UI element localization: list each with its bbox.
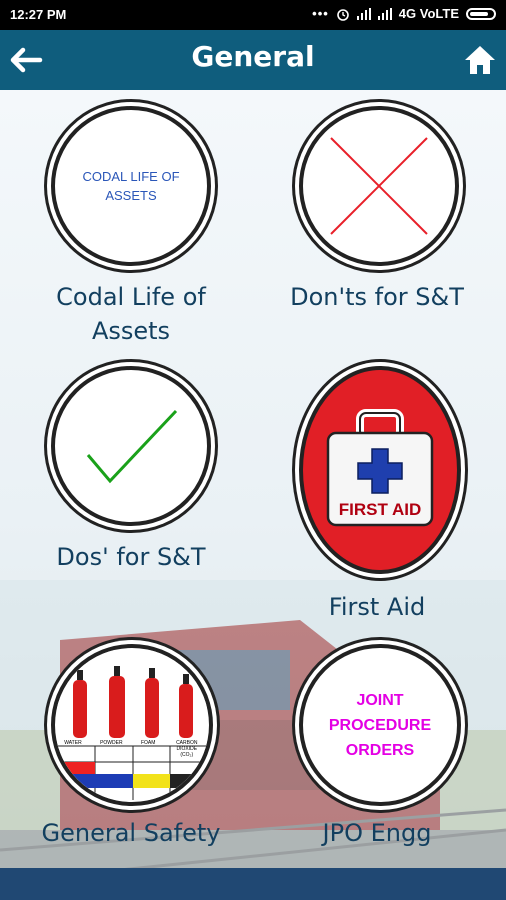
grid-item-general-safety[interactable]: WATER POWDER FOAM CARBON DIOXIDE (CO₂) G… [16, 640, 246, 868]
bottom-bar [0, 868, 506, 900]
first-aid-icon-text: FIRST AID [338, 500, 422, 519]
extinguisher-powder-label: POWDER [100, 740, 123, 746]
grid-item-first-aid[interactable]: FIRST AID First Aid [262, 360, 492, 630]
extinguisher-foam-label: FOAM [140, 740, 156, 746]
first-aid-kit-icon: FIRST AID [299, 366, 461, 574]
codal-life-label: Codal Life of Assets [56, 283, 206, 345]
home-icon [465, 46, 495, 74]
donts-label: Don'ts for S&T [290, 283, 464, 311]
dos-label: Dos' for S&T [56, 543, 206, 571]
grid-item-jpo-engg[interactable]: JOINT PROCEDURE ORDERS JPO Engg [262, 640, 492, 868]
jpo-engg-label: JPO Engg [322, 819, 432, 847]
green-check-icon [51, 366, 211, 526]
codal-life-icon: CODAL LIFE OF ASSETS [51, 106, 211, 266]
network-label: 4G VoLTE [398, 6, 459, 21]
extinguisher-co2-label: CARBON DIOXIDE (CO₂) [176, 740, 198, 758]
fire-extinguishers-icon: WATER POWDER FOAM CARBON DIOXIDE (CO₂) [51, 644, 213, 806]
grid-item-codal-life[interactable]: CODAL LIFE OF ASSETS Codal Life of Asset… [16, 90, 246, 360]
general-safety-label: General Safety [41, 819, 221, 847]
content-area: CODAL LIFE OF ASSETS Codal Life of Asset… [0, 90, 506, 868]
jpo-icon: JOINT PROCEDURE ORDERS [299, 644, 461, 806]
home-button[interactable] [460, 40, 500, 80]
red-cross-icon [299, 106, 459, 266]
more-dots-icon: ••• [312, 6, 329, 21]
status-icons: ••• 4G VoLTE [312, 6, 496, 21]
alarm-icon [336, 8, 349, 21]
codal-life-icon-text: CODAL LIFE OF ASSETS [82, 169, 180, 203]
grid-item-donts[interactable]: Don'ts for S&T [262, 90, 492, 330]
page-title: General [191, 40, 315, 73]
status-time: 12:27 PM [10, 7, 67, 22]
signal-icon-2 [377, 7, 392, 20]
jpo-icon-text: JOINT PROCEDURE ORDERS [328, 691, 432, 759]
grid-item-dos[interactable]: Dos' for S&T [16, 360, 246, 580]
battery-icon [466, 7, 496, 20]
extinguisher-labels: WATER POWDER FOAM CARBON DIOXIDE (CO₂) [55, 740, 209, 758]
status-bar: 12:27 PM ••• 4G VoLTE [0, 0, 506, 30]
signal-icon [356, 7, 371, 20]
first-aid-label: First Aid [328, 593, 426, 621]
app-bar: General [0, 30, 506, 90]
extinguisher-water-label: WATER [64, 740, 82, 746]
